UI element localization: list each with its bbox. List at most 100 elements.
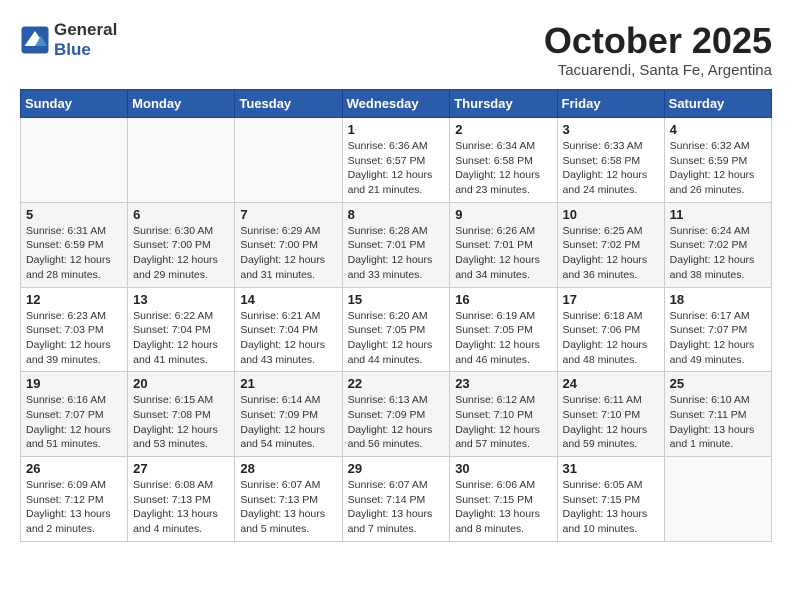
calendar-week-5: 26 Sunrise: 6:09 AM Sunset: 7:12 PM Dayli… [21, 457, 772, 542]
header-thursday: Thursday [450, 90, 557, 118]
day-number: 2 [455, 122, 551, 137]
calendar-cell: 4 Sunrise: 6:32 AM Sunset: 6:59 PM Daylig… [664, 118, 771, 203]
day-info: Sunrise: 6:21 AM Sunset: 7:04 PM Dayligh… [240, 309, 336, 368]
day-number: 13 [133, 292, 229, 307]
header-sunday: Sunday [21, 90, 128, 118]
title-area: October 2025 Tacuarendi, Santa Fe, Argen… [544, 20, 772, 79]
day-number: 22 [348, 376, 445, 391]
page-header: General Blue October 2025 Tacuarendi, Sa… [20, 20, 772, 79]
day-info: Sunrise: 6:33 AM Sunset: 6:58 PM Dayligh… [563, 139, 659, 198]
calendar-cell: 7 Sunrise: 6:29 AM Sunset: 7:00 PM Daylig… [235, 202, 342, 287]
day-number: 29 [348, 461, 445, 476]
day-info: Sunrise: 6:15 AM Sunset: 7:08 PM Dayligh… [133, 393, 229, 452]
calendar-cell: 26 Sunrise: 6:09 AM Sunset: 7:12 PM Dayli… [21, 457, 128, 542]
calendar-cell: 24 Sunrise: 6:11 AM Sunset: 7:10 PM Dayli… [557, 372, 664, 457]
day-number: 18 [670, 292, 766, 307]
day-number: 15 [348, 292, 445, 307]
day-info: Sunrise: 6:19 AM Sunset: 7:05 PM Dayligh… [455, 309, 551, 368]
header-monday: Monday [128, 90, 235, 118]
day-info: Sunrise: 6:11 AM Sunset: 7:10 PM Dayligh… [563, 393, 659, 452]
day-number: 1 [348, 122, 445, 137]
day-info: Sunrise: 6:22 AM Sunset: 7:04 PM Dayligh… [133, 309, 229, 368]
calendar-week-4: 19 Sunrise: 6:16 AM Sunset: 7:07 PM Dayli… [21, 372, 772, 457]
day-number: 6 [133, 207, 229, 222]
calendar-cell: 9Sunrise: 6:26 AM Sunset: 7:01 PM Daylig… [450, 202, 557, 287]
calendar-cell: 22Sunrise: 6:13 AM Sunset: 7:09 PM Dayli… [342, 372, 450, 457]
day-number: 5 [26, 207, 122, 222]
day-number: 14 [240, 292, 336, 307]
calendar-cell: 28 Sunrise: 6:07 AM Sunset: 7:13 PM Dayli… [235, 457, 342, 542]
day-info: Sunrise: 6:29 AM Sunset: 7:00 PM Dayligh… [240, 224, 336, 283]
day-number: 10 [563, 207, 659, 222]
day-number: 31 [563, 461, 659, 476]
calendar-cell: 8Sunrise: 6:28 AM Sunset: 7:01 PM Daylig… [342, 202, 450, 287]
calendar-cell: 25 Sunrise: 6:10 AM Sunset: 7:11 PM Dayli… [664, 372, 771, 457]
day-number: 24 [563, 376, 659, 391]
calendar-week-1: 1Sunrise: 6:36 AM Sunset: 6:57 PM Daylig… [21, 118, 772, 203]
calendar-cell: 6Sunrise: 6:30 AM Sunset: 7:00 PM Daylig… [128, 202, 235, 287]
day-number: 26 [26, 461, 122, 476]
calendar-cell: 3 Sunrise: 6:33 AM Sunset: 6:58 PM Daylig… [557, 118, 664, 203]
day-info: Sunrise: 6:09 AM Sunset: 7:12 PM Dayligh… [26, 478, 122, 537]
calendar-header-row: SundayMondayTuesdayWednesdayThursdayFrid… [21, 90, 772, 118]
day-info: Sunrise: 6:25 AM Sunset: 7:02 PM Dayligh… [563, 224, 659, 283]
calendar-cell: 16Sunrise: 6:19 AM Sunset: 7:05 PM Dayli… [450, 287, 557, 372]
calendar-cell: 31 Sunrise: 6:05 AM Sunset: 7:15 PM Dayli… [557, 457, 664, 542]
day-number: 12 [26, 292, 122, 307]
day-info: Sunrise: 6:07 AM Sunset: 7:13 PM Dayligh… [240, 478, 336, 537]
calendar-cell: 13 Sunrise: 6:22 AM Sunset: 7:04 PM Dayli… [128, 287, 235, 372]
day-info: Sunrise: 6:23 AM Sunset: 7:03 PM Dayligh… [26, 309, 122, 368]
calendar-table: SundayMondayTuesdayWednesdayThursdayFrid… [20, 89, 772, 542]
day-number: 3 [563, 122, 659, 137]
header-saturday: Saturday [664, 90, 771, 118]
calendar-week-2: 5Sunrise: 6:31 AM Sunset: 6:59 PM Daylig… [21, 202, 772, 287]
calendar-cell: 21Sunrise: 6:14 AM Sunset: 7:09 PM Dayli… [235, 372, 342, 457]
calendar-cell: 23 Sunrise: 6:12 AM Sunset: 7:10 PM Dayli… [450, 372, 557, 457]
calendar-cell [21, 118, 128, 203]
day-number: 23 [455, 376, 551, 391]
day-number: 25 [670, 376, 766, 391]
day-number: 28 [240, 461, 336, 476]
logo-icon [20, 25, 50, 55]
header-tuesday: Tuesday [235, 90, 342, 118]
calendar-cell: 10 Sunrise: 6:25 AM Sunset: 7:02 PM Dayli… [557, 202, 664, 287]
day-number: 4 [670, 122, 766, 137]
calendar-cell: 27Sunrise: 6:08 AM Sunset: 7:13 PM Dayli… [128, 457, 235, 542]
calendar-cell: 12 Sunrise: 6:23 AM Sunset: 7:03 PM Dayli… [21, 287, 128, 372]
calendar-cell: 20Sunrise: 6:15 AM Sunset: 7:08 PM Dayli… [128, 372, 235, 457]
logo: General Blue [20, 20, 117, 60]
calendar-cell: 19 Sunrise: 6:16 AM Sunset: 7:07 PM Dayli… [21, 372, 128, 457]
logo-general: General [54, 20, 117, 39]
day-info: Sunrise: 6:10 AM Sunset: 7:11 PM Dayligh… [670, 393, 766, 452]
header-friday: Friday [557, 90, 664, 118]
calendar-cell: 29Sunrise: 6:07 AM Sunset: 7:14 PM Dayli… [342, 457, 450, 542]
calendar-cell: 1Sunrise: 6:36 AM Sunset: 6:57 PM Daylig… [342, 118, 450, 203]
day-info: Sunrise: 6:08 AM Sunset: 7:13 PM Dayligh… [133, 478, 229, 537]
day-info: Sunrise: 6:12 AM Sunset: 7:10 PM Dayligh… [455, 393, 551, 452]
day-number: 7 [240, 207, 336, 222]
calendar-cell [128, 118, 235, 203]
day-number: 11 [670, 207, 766, 222]
day-info: Sunrise: 6:18 AM Sunset: 7:06 PM Dayligh… [563, 309, 659, 368]
calendar-cell: 30Sunrise: 6:06 AM Sunset: 7:15 PM Dayli… [450, 457, 557, 542]
day-info: Sunrise: 6:16 AM Sunset: 7:07 PM Dayligh… [26, 393, 122, 452]
day-info: Sunrise: 6:34 AM Sunset: 6:58 PM Dayligh… [455, 139, 551, 198]
day-info: Sunrise: 6:20 AM Sunset: 7:05 PM Dayligh… [348, 309, 445, 368]
location-subtitle: Tacuarendi, Santa Fe, Argentina [544, 62, 772, 79]
calendar-cell [664, 457, 771, 542]
day-info: Sunrise: 6:32 AM Sunset: 6:59 PM Dayligh… [670, 139, 766, 198]
calendar-cell: 11Sunrise: 6:24 AM Sunset: 7:02 PM Dayli… [664, 202, 771, 287]
day-number: 17 [563, 292, 659, 307]
day-info: Sunrise: 6:26 AM Sunset: 7:01 PM Dayligh… [455, 224, 551, 283]
day-info: Sunrise: 6:28 AM Sunset: 7:01 PM Dayligh… [348, 224, 445, 283]
day-number: 19 [26, 376, 122, 391]
calendar-week-3: 12 Sunrise: 6:23 AM Sunset: 7:03 PM Dayli… [21, 287, 772, 372]
calendar-cell: 15 Sunrise: 6:20 AM Sunset: 7:05 PM Dayli… [342, 287, 450, 372]
calendar-cell: 5Sunrise: 6:31 AM Sunset: 6:59 PM Daylig… [21, 202, 128, 287]
day-info: Sunrise: 6:06 AM Sunset: 7:15 PM Dayligh… [455, 478, 551, 537]
calendar-cell: 18Sunrise: 6:17 AM Sunset: 7:07 PM Dayli… [664, 287, 771, 372]
header-wednesday: Wednesday [342, 90, 450, 118]
calendar-cell: 17 Sunrise: 6:18 AM Sunset: 7:06 PM Dayli… [557, 287, 664, 372]
logo-blue: Blue [54, 40, 91, 59]
day-info: Sunrise: 6:05 AM Sunset: 7:15 PM Dayligh… [563, 478, 659, 537]
